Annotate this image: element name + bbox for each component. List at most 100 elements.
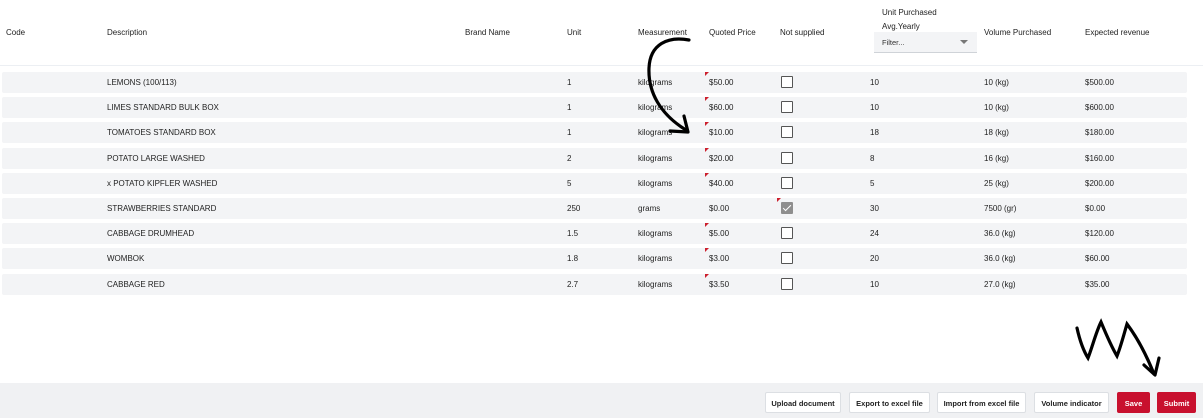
- table-row[interactable]: CABBAGE RED 2.7 kilograms $3.50 10 27.0 (kg) $…: [2, 273, 1187, 295]
- row-measurement: kilograms: [638, 103, 673, 113]
- row-description: LIMES STANDARD BULK BOX: [107, 103, 219, 113]
- header-brand-name[interactable]: Brand Name: [465, 28, 510, 37]
- not-supplied-checkbox[interactable]: [781, 176, 793, 189]
- header-volume-purchased[interactable]: Volume Purchased: [984, 28, 1051, 37]
- edited-flag-icon: [705, 248, 709, 253]
- row-quoted-price[interactable]: $3.50: [709, 280, 729, 289]
- row-expected-revenue: $180.00: [1085, 128, 1114, 138]
- table-row[interactable]: TOMATOES STANDARD BOX 1 kilograms $10.00 18 1…: [2, 122, 1187, 144]
- edited-flag-icon: [705, 97, 709, 102]
- row-unit: 1: [567, 128, 572, 138]
- row-measurement: kilograms: [638, 78, 673, 87]
- table-row[interactable]: WOMBOK 1.8 kilograms $3.00 20 36.0 (kg) $60.00: [2, 248, 1187, 270]
- header-unit-purchased[interactable]: Unit Purchased Avg.Yearly: [882, 6, 937, 34]
- row-unit-purchased: 10: [870, 78, 879, 87]
- import-excel-button[interactable]: Import from excel file: [937, 392, 1026, 413]
- edited-flag-icon: [705, 72, 709, 76]
- chevron-down-icon: [960, 40, 968, 44]
- row-volume-purchased: 27.0 (kg): [984, 279, 1016, 289]
- table-row[interactable]: LEMONS (100/113) 1 kilograms $50.00 10 10 (kg…: [2, 72, 1187, 93]
- row-expected-revenue: $500.00: [1085, 78, 1114, 87]
- table-row[interactable]: x POTATO KIPFLER WASHED 5 kilograms $40.00 5…: [2, 172, 1187, 194]
- row-volume-purchased: 18 (kg): [984, 128, 1009, 138]
- table-row[interactable]: POTATO LARGE WASHED 2 kilograms $20.00 8 16 (…: [2, 147, 1187, 169]
- table-header: Code Description Brand Name Unit Measure…: [0, 0, 1203, 66]
- row-quoted-price[interactable]: $5.00: [709, 229, 729, 238]
- row-expected-revenue: $120.00: [1085, 229, 1114, 239]
- row-unit: 1.5: [567, 229, 579, 239]
- row-unit: 2: [567, 153, 572, 163]
- row-volume-purchased: 7500 (gr): [984, 204, 1017, 213]
- row-description: x POTATO KIPFLER WASHED: [107, 178, 218, 188]
- row-quoted-price[interactable]: $3.00: [709, 254, 729, 263]
- not-supplied-checkbox[interactable]: [781, 227, 793, 240]
- not-supplied-checkbox[interactable]: [781, 76, 793, 88]
- row-unit-purchased: 8: [870, 153, 875, 163]
- header-unit[interactable]: Unit: [567, 28, 581, 37]
- edited-flag-icon: [705, 223, 709, 228]
- edited-flag-icon: [705, 147, 709, 152]
- edited-flag-icon: [705, 122, 709, 127]
- not-supplied-checkbox[interactable]: [781, 277, 793, 290]
- table-row[interactable]: STRAWBERRIES STANDARD 250 grams $0.00 30 7500…: [2, 198, 1187, 219]
- row-unit-purchased: 18: [870, 128, 879, 138]
- table-row[interactable]: CABBAGE DRUMHEAD 1.5 kilograms $5.00 24 36.0 …: [2, 223, 1187, 245]
- edited-flag-icon: [777, 198, 781, 202]
- row-description: STRAWBERRIES STANDARD: [107, 204, 217, 213]
- row-description: TOMATOES STANDARD BOX: [107, 128, 216, 138]
- row-quoted-price[interactable]: $50.00: [709, 78, 733, 87]
- not-supplied-checkbox[interactable]: [781, 252, 793, 265]
- row-unit: 250: [567, 204, 581, 213]
- row-quoted-price[interactable]: $10.00: [709, 128, 733, 137]
- row-measurement: kilograms: [638, 153, 673, 163]
- not-supplied-checkbox[interactable]: [781, 151, 793, 164]
- not-supplied-checkbox[interactable]: [781, 202, 793, 214]
- row-quoted-price[interactable]: $20.00: [709, 154, 733, 163]
- row-measurement: grams: [638, 204, 661, 213]
- row-description: POTATO LARGE WASHED: [107, 153, 205, 163]
- table-row[interactable]: LIMES STANDARD BULK BOX 1 kilograms $60.00 1…: [2, 97, 1187, 119]
- header-quoted-price[interactable]: Quoted Price: [709, 28, 756, 37]
- row-unit-purchased: 10: [870, 279, 879, 289]
- row-measurement: kilograms: [638, 279, 673, 289]
- row-unit: 1: [567, 78, 572, 87]
- save-button[interactable]: Save: [1117, 392, 1150, 413]
- row-unit-purchased: 10: [870, 103, 879, 113]
- header-code[interactable]: Code: [6, 28, 25, 37]
- row-measurement: kilograms: [638, 229, 673, 239]
- row-quoted-price[interactable]: $40.00: [709, 179, 733, 188]
- row-quoted-price[interactable]: $60.00: [709, 103, 733, 112]
- header-measurement[interactable]: Measurement: [638, 28, 687, 37]
- row-description: CABBAGE RED: [107, 279, 165, 289]
- row-volume-purchased: 16 (kg): [984, 153, 1009, 163]
- header-unit-purchased-line1: Unit Purchased: [882, 8, 937, 17]
- row-expected-revenue: $600.00: [1085, 103, 1114, 113]
- row-quoted-price[interactable]: $0.00: [709, 204, 729, 213]
- row-volume-purchased: 36.0 (kg): [984, 254, 1016, 264]
- submit-button[interactable]: Submit: [1157, 392, 1196, 413]
- header-expected-revenue[interactable]: Expected revenue: [1085, 28, 1150, 37]
- row-expected-revenue: $60.00: [1085, 254, 1110, 264]
- squiggle-arrow-head: [1142, 356, 1161, 377]
- row-unit-purchased: 20: [870, 254, 879, 264]
- row-unit-purchased: 30: [870, 204, 879, 213]
- row-expected-revenue: $0.00: [1085, 204, 1106, 213]
- upload-document-button[interactable]: Upload document: [765, 392, 841, 413]
- not-supplied-checkbox[interactable]: [781, 126, 793, 139]
- row-unit-purchased: 5: [870, 178, 875, 188]
- row-description: LEMONS (100/113): [107, 78, 177, 87]
- not-supplied-checkbox[interactable]: [781, 101, 793, 114]
- row-description: WOMBOK: [107, 254, 145, 264]
- header-not-supplied[interactable]: Not supplied: [780, 28, 824, 37]
- export-excel-button[interactable]: Export to excel file: [849, 392, 930, 413]
- row-unit: 1: [567, 103, 572, 113]
- squiggle-arrow-annotation: [1075, 318, 1156, 376]
- volume-indicator-button[interactable]: Volume indicator: [1034, 392, 1109, 413]
- row-unit: 2.7: [567, 279, 579, 289]
- edited-flag-icon: [705, 172, 709, 177]
- header-description[interactable]: Description: [107, 28, 147, 37]
- filter-dropdown[interactable]: Filter...: [874, 32, 977, 53]
- row-expected-revenue: $160.00: [1085, 153, 1114, 163]
- row-unit: 1.8: [567, 254, 579, 264]
- row-unit-purchased: 24: [870, 229, 879, 239]
